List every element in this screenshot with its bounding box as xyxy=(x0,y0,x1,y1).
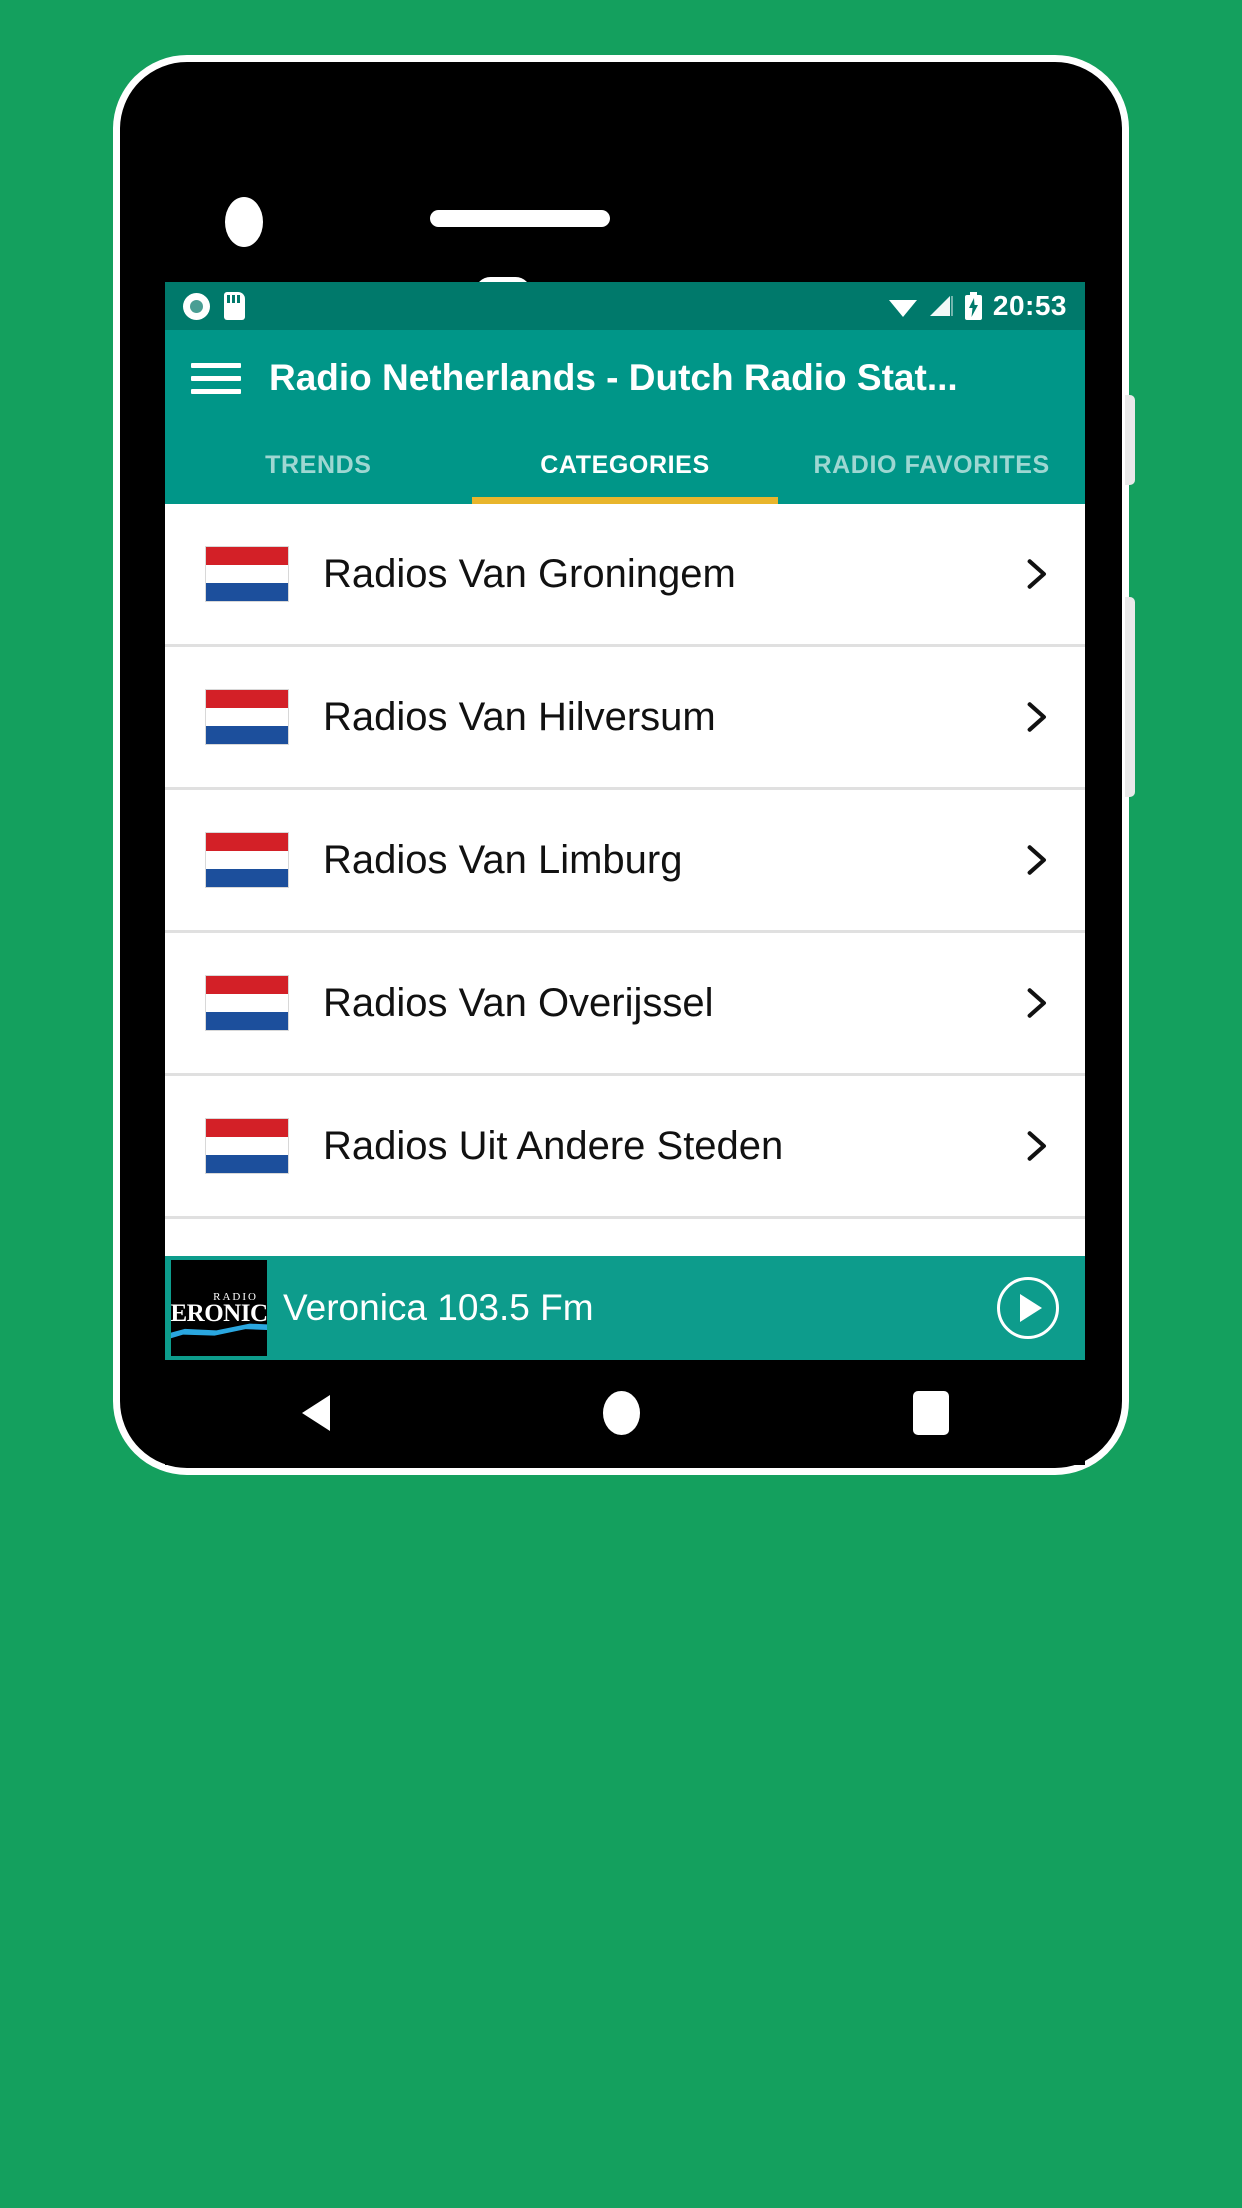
list-item[interactable]: Radios Van Limburg xyxy=(165,790,1085,930)
now-playing-bar[interactable]: RADIO VERONICA Veronica 103.5 Fm xyxy=(165,1256,1085,1360)
list-item-label: Radios Van Groningem xyxy=(323,551,736,596)
status-bar-right-icons: 20:53 xyxy=(888,290,1067,322)
tab-bar: TRENDS CATEGORIES RADIO FAVORITES xyxy=(165,426,1085,504)
list-item-label: Radios Van Overijssel xyxy=(323,980,714,1025)
app-bar: Radio Netherlands - Dutch Radio Stat... xyxy=(165,330,1085,426)
earpiece-speaker xyxy=(430,210,610,227)
battery-charging-icon xyxy=(964,292,982,320)
list-item[interactable]: Radios Van Overijssel xyxy=(165,933,1085,1073)
cell-signal-icon xyxy=(929,296,953,316)
page-title: Radio Netherlands - Dutch Radio Stat... xyxy=(269,357,958,398)
sd-card-icon xyxy=(224,292,245,320)
netherlands-flag-icon xyxy=(205,832,289,888)
list-item[interactable]: Radios Uit Andere Steden xyxy=(165,1076,1085,1216)
status-bar-clock: 20:53 xyxy=(992,290,1067,321)
triangle-back-icon[interactable] xyxy=(301,1394,330,1431)
front-camera xyxy=(225,197,263,247)
tab-categories[interactable]: CATEGORIES xyxy=(471,426,779,504)
chevron-right-icon[interactable] xyxy=(1017,1127,1055,1165)
now-playing-title: Veronica 103.5 Fm xyxy=(283,1287,594,1328)
circle-home-icon[interactable] xyxy=(602,1390,640,1435)
wifi-icon xyxy=(888,300,917,317)
list-item-label: Radios Van Hilversum xyxy=(323,694,716,739)
status-bar-left-icons xyxy=(183,292,245,320)
netherlands-flag-icon xyxy=(205,546,289,602)
list-item[interactable]: Radios Van Groningem xyxy=(165,504,1085,644)
station-logo-name: VERONICA xyxy=(171,1299,267,1327)
tab-radio-favorites[interactable]: RADIO FAVORITES xyxy=(778,426,1085,504)
cd-record-icon xyxy=(183,292,210,320)
netherlands-flag-icon xyxy=(205,689,289,745)
chevron-right-icon[interactable] xyxy=(1017,984,1055,1022)
volume-up-button[interactable] xyxy=(1125,395,1135,485)
play-circle-icon[interactable] xyxy=(997,1277,1059,1339)
chevron-right-icon[interactable] xyxy=(1017,555,1055,593)
category-list[interactable]: Radios Van Groningem Radios Van Hilversu… xyxy=(165,504,1085,1256)
list-item[interactable]: Radios Uit Rotterdam xyxy=(165,1219,1085,1256)
hamburger-menu-icon[interactable] xyxy=(191,353,241,403)
list-item-label: Radios Van Limburg xyxy=(323,837,683,882)
phone-screen: 20:53 Radio Netherlands - Dutch Radio St… xyxy=(165,282,1085,1360)
station-logo: RADIO VERONICA xyxy=(171,1260,267,1356)
chevron-right-icon[interactable] xyxy=(1017,841,1055,879)
list-item[interactable]: Radios Van Hilversum xyxy=(165,647,1085,787)
netherlands-flag-icon xyxy=(205,1118,289,1174)
chevron-right-icon[interactable] xyxy=(1017,698,1055,736)
volume-down-button[interactable] xyxy=(1125,597,1135,797)
square-recents-icon[interactable] xyxy=(912,1390,949,1435)
netherlands-flag-icon xyxy=(205,975,289,1031)
tab-trends[interactable]: TRENDS xyxy=(165,426,472,504)
android-navigation-bar xyxy=(165,1360,1085,1465)
status-bar: 20:53 xyxy=(165,282,1085,330)
list-item-label: Radios Uit Andere Steden xyxy=(323,1123,784,1168)
